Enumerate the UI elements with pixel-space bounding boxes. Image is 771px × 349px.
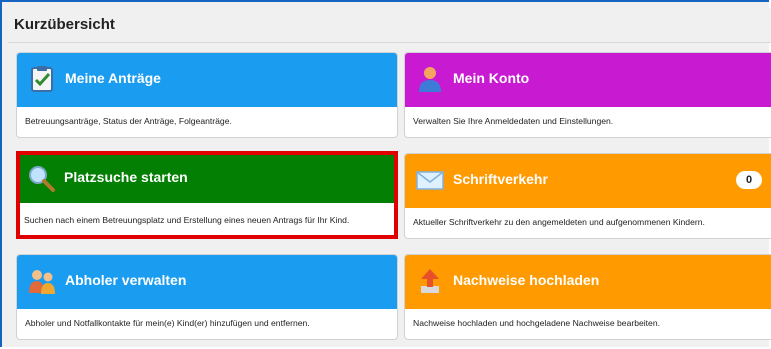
tile-header: Schriftverkehr 0 [405, 154, 771, 208]
tile-schriftverkehr[interactable]: Schriftverkehr 0 Aktueller Schriftverkeh… [404, 153, 771, 239]
tile-title: Nachweise hochladen [453, 272, 600, 288]
tile-nachweise-hochladen[interactable]: Nachweise hochladen Nachweise hochladen … [404, 254, 771, 340]
tile-mein-konto[interactable]: Mein Konto Verwalten Sie Ihre Anmeldedat… [404, 52, 771, 138]
tile-header: Nachweise hochladen [405, 255, 771, 309]
tile-description: Nachweise hochladen und hochgeladene Nac… [413, 318, 661, 328]
tile-description: Verwalten Sie Ihre Anmeldedaten und Eins… [413, 116, 614, 126]
tile-title: Meine Anträge [65, 70, 161, 86]
tile-header: Abholer verwalten [17, 255, 397, 309]
tile-header: Meine Anträge [17, 53, 397, 107]
dashboard-frame: Kurzübersicht Meine Anträge Betreuungsan… [0, 0, 771, 347]
tile-abholer-verwalten[interactable]: Abholer verwalten Abholer und Notfallkon… [16, 254, 398, 340]
unread-count-badge: 0 [736, 171, 762, 189]
user-profile-icon [419, 67, 441, 92]
tile-description: Abholer und Notfallkontakte für mein(e) … [25, 318, 310, 328]
tile-meine-antraege[interactable]: Meine Anträge Betreuungsanträge, Status … [16, 52, 398, 138]
upload-arrow-icon [421, 269, 439, 293]
tile-title: Schriftverkehr [453, 171, 548, 187]
tile-description: Betreuungsanträge, Status der Anträge, F… [25, 116, 232, 126]
overview-header: Kurzübersicht [8, 8, 771, 43]
tile-title: Abholer verwalten [65, 272, 187, 288]
clipboard-check-icon [31, 66, 53, 92]
tile-header: Platzsuche starten [20, 155, 394, 203]
magnifier-icon [29, 166, 55, 192]
tile-platzsuche-starten[interactable]: Platzsuche starten Suchen nach einem Bet… [16, 151, 398, 239]
tile-title: Mein Konto [453, 70, 530, 86]
tile-description: Aktueller Schriftverkehr zu den angemeld… [413, 217, 705, 227]
people-icon [29, 270, 55, 294]
tile-title: Platzsuche starten [64, 169, 188, 185]
envelope-icon [416, 171, 444, 190]
tile-description: Suchen nach einem Betreuungsplatz und Er… [24, 215, 350, 225]
tile-header: Mein Konto [405, 53, 771, 107]
page-title: Kurzübersicht [14, 16, 115, 33]
